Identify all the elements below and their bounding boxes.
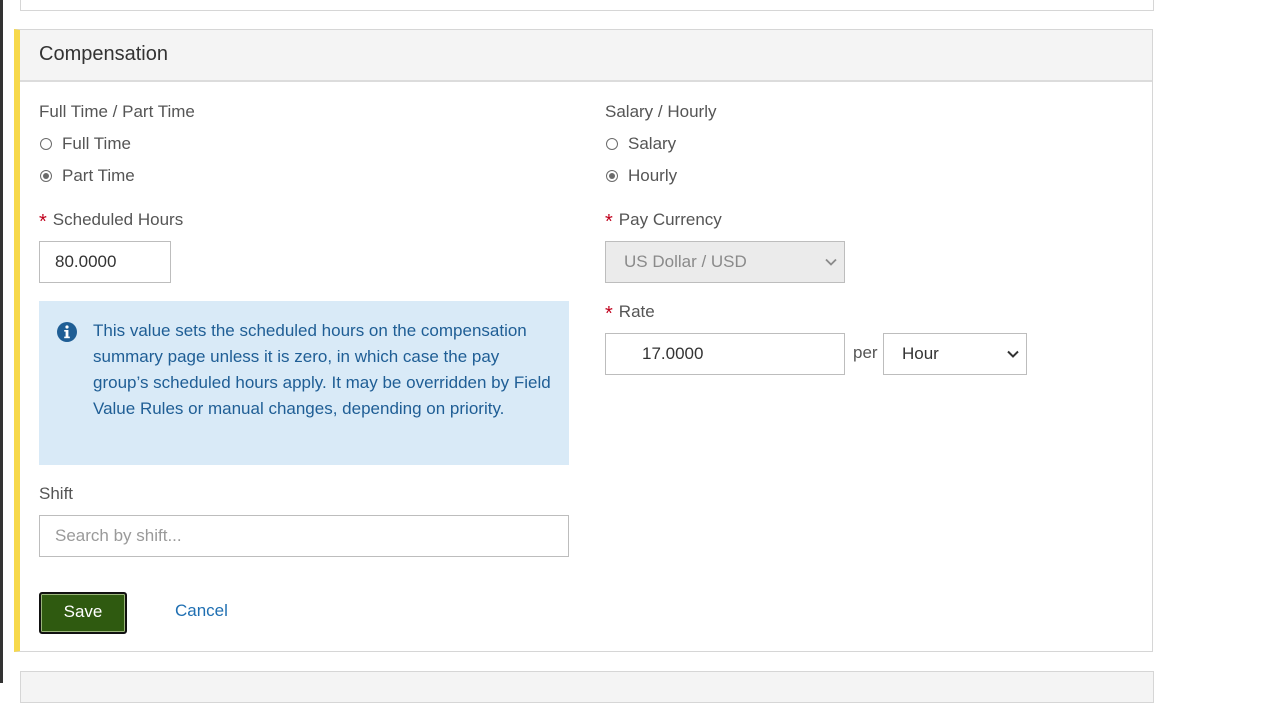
shift-search-input[interactable]: [39, 515, 569, 557]
radio-button-selected[interactable]: [40, 170, 52, 182]
rate-period-value: Hour: [902, 344, 939, 363]
pay-type-label: Salary / Hourly: [605, 102, 717, 121]
info-circle-icon: [57, 322, 77, 342]
scheduled-hours-label: * Scheduled Hours: [39, 208, 184, 233]
radio-button[interactable]: [40, 138, 52, 150]
compensation-panel: Compensation Full Time / Part Time Full …: [14, 29, 1153, 652]
rate-label: * Rate: [605, 300, 655, 325]
per-label: per: [853, 343, 878, 362]
previous-card: [20, 0, 1154, 11]
rate-period-select[interactable]: Hour: [883, 333, 1027, 375]
required-asterisk: *: [605, 303, 613, 325]
rate-text: Rate: [618, 302, 655, 321]
save-button[interactable]: Save: [39, 592, 127, 634]
next-card: [20, 671, 1154, 703]
rate-input[interactable]: [605, 333, 845, 375]
scheduled-hours-input[interactable]: [39, 241, 171, 283]
required-asterisk: *: [39, 211, 47, 233]
radio-button[interactable]: [606, 138, 618, 150]
scheduled-hours-text: Scheduled Hours: [52, 210, 184, 229]
radio-label: Full Time: [62, 134, 131, 153]
pay-currency-text: Pay Currency: [618, 210, 722, 229]
pay-currency-select[interactable]: US Dollar / USD: [605, 241, 845, 283]
radio-full-time[interactable]: Full Time: [40, 134, 131, 154]
required-asterisk: *: [605, 211, 613, 233]
page-left-border: [0, 0, 3, 683]
pay-currency-label: * Pay Currency: [605, 208, 722, 233]
panel-title: Compensation: [39, 43, 168, 65]
info-text: This value sets the scheduled hours on t…: [93, 321, 551, 418]
pay-currency-value: US Dollar / USD: [624, 252, 747, 271]
info-message: This value sets the scheduled hours on t…: [39, 301, 569, 465]
chevron-down-icon: [825, 258, 837, 266]
employment-type-label: Full Time / Part Time: [39, 102, 195, 121]
radio-label: Salary: [628, 134, 677, 153]
panel-header: Compensation: [20, 30, 1152, 82]
radio-label: Part Time: [62, 166, 135, 185]
radio-button-selected[interactable]: [606, 170, 618, 182]
chevron-down-icon: [1007, 350, 1019, 358]
radio-salary[interactable]: Salary: [606, 134, 676, 154]
shift-label: Shift: [39, 484, 74, 503]
cancel-link[interactable]: Cancel: [175, 601, 228, 621]
radio-part-time[interactable]: Part Time: [40, 166, 135, 186]
radio-hourly[interactable]: Hourly: [606, 166, 677, 186]
radio-label: Hourly: [628, 166, 678, 185]
